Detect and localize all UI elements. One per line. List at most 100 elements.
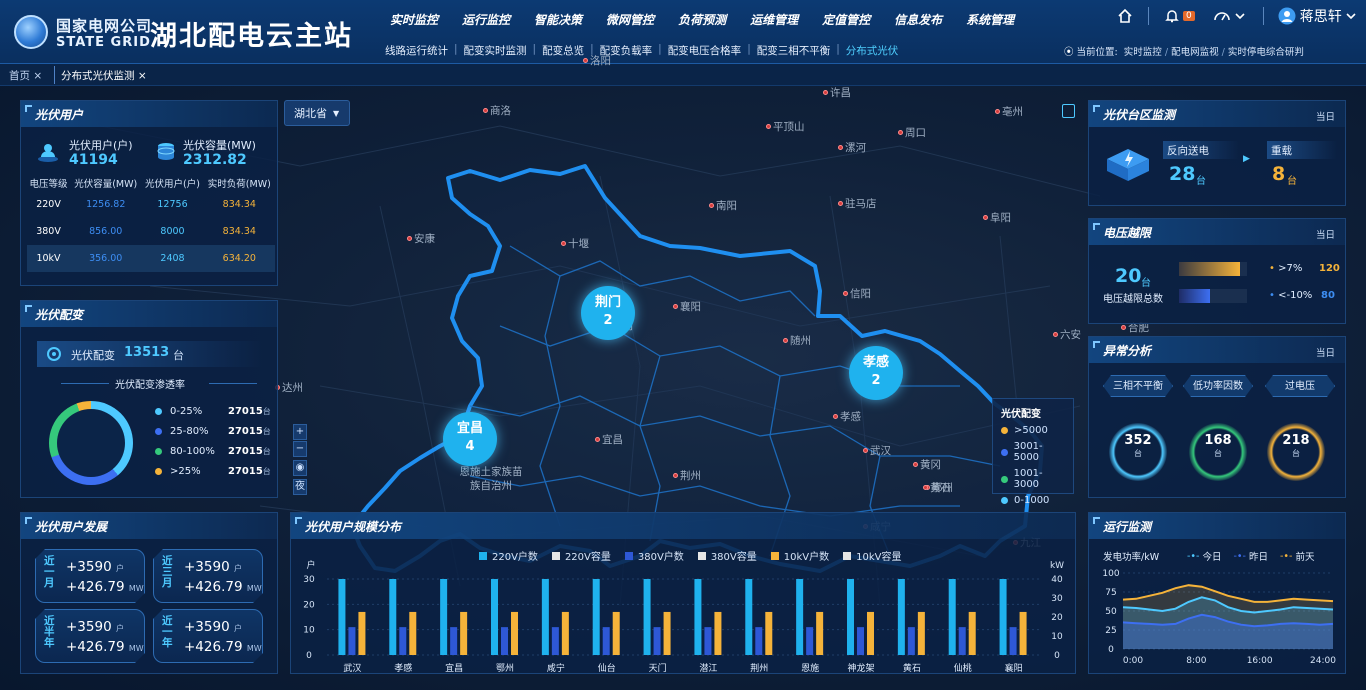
- city-marker: [838, 145, 843, 150]
- username[interactable]: 蒋思轩: [1300, 6, 1342, 26]
- bell-icon[interactable]: [1163, 7, 1181, 25]
- voltage-high-label: • >7%: [1269, 263, 1303, 274]
- penetration-legend-item: 25-80% 27015 台: [155, 421, 271, 441]
- eye-view-icon[interactable]: ◉: [293, 460, 307, 476]
- app-title: 湖北配电云主站: [150, 21, 353, 52]
- panel-title: 异常分析: [1089, 337, 1345, 363]
- user-avatar-icon[interactable]: [1278, 7, 1296, 25]
- penetration-legend: 0-25% 27015 台 25-80% 27015 台 80-100% 27015 台 >25%…: [155, 401, 271, 481]
- menu-item[interactable]: 系统管理: [954, 11, 1026, 28]
- chevron-down-icon[interactable]: [1231, 7, 1249, 25]
- submenu-item[interactable]: 配变总览: [537, 43, 589, 58]
- x-tick-label: 鄂州: [496, 663, 514, 674]
- anomaly-tab[interactable]: 三相不平衡: [1103, 375, 1173, 397]
- breadcrumb-item[interactable]: 实时监控: [1124, 47, 1162, 58]
- submenu-item[interactable]: 线路运行统计: [380, 43, 453, 58]
- voltage-total-label: 电压越限总数: [1103, 294, 1163, 305]
- chevron-down-icon[interactable]: [1342, 7, 1360, 25]
- anomaly-tab[interactable]: 过电压: [1265, 375, 1335, 397]
- reverse-power-label: 反向送电: [1167, 145, 1209, 157]
- development-card[interactable]: 近一月 +3590 户 +426.79 MW: [35, 549, 145, 603]
- divider: [61, 383, 109, 384]
- x-tick-label: 仙桃: [954, 662, 972, 674]
- submenu-item[interactable]: 配变电压合格率: [663, 43, 747, 58]
- menu-item[interactable]: 负荷预测: [666, 11, 738, 28]
- city-label: 孝感: [840, 411, 861, 423]
- pv-users-value: 41194: [69, 152, 118, 168]
- map-bubble-yichang[interactable]: 宜昌 4: [443, 412, 497, 466]
- map-bubble-jingmen[interactable]: 荆门 2: [581, 286, 635, 340]
- operation-legend-item: -•- 今日: [1187, 550, 1222, 564]
- city-marker: [483, 108, 488, 113]
- map-bubble-xiaogan[interactable]: 孝感 2: [849, 346, 903, 400]
- reverse-power-value: 28: [1169, 163, 1196, 185]
- province-select[interactable]: 湖北省 ▼: [284, 100, 350, 126]
- city-marker: [783, 338, 788, 343]
- menu-item[interactable]: 运行监控: [450, 11, 522, 28]
- bar: [714, 611, 722, 655]
- city-marker: [673, 473, 678, 478]
- home-icon[interactable]: [1116, 7, 1134, 25]
- anomaly-ring[interactable]: 168 台: [1189, 423, 1247, 481]
- bar: [643, 579, 651, 655]
- city-marker: [913, 462, 918, 467]
- menu-item[interactable]: 信息发布: [882, 11, 954, 28]
- legend-value: 27015: [228, 465, 263, 477]
- reverse-power-unit: 台: [1196, 176, 1206, 187]
- city-marker: [983, 215, 988, 220]
- submenu-item-active[interactable]: 分布式光伏: [841, 43, 904, 58]
- city-marker: [843, 291, 848, 296]
- theme-gauge-icon[interactable]: [1213, 7, 1231, 25]
- card-period: 近三月: [162, 555, 173, 589]
- bar: [348, 627, 356, 655]
- tab-current[interactable]: 分布式光伏监测 ×: [61, 68, 147, 83]
- menu-item[interactable]: 微网管控: [594, 11, 666, 28]
- city-marker: [923, 485, 928, 490]
- breadcrumb-item[interactable]: 配电网监视: [1171, 47, 1219, 58]
- zoom-out-button[interactable]: −: [293, 441, 307, 457]
- anomaly-ring[interactable]: 218 台: [1267, 423, 1325, 481]
- export-icon[interactable]: [1062, 104, 1075, 118]
- x-tick-label: 天门: [649, 662, 667, 674]
- y-tick: 0: [1108, 645, 1114, 655]
- development-card[interactable]: 近一年 +3590 户 +426.79 MW: [153, 609, 263, 663]
- arrow-right-icon: ▶: [1243, 154, 1250, 164]
- bar: [399, 627, 407, 655]
- breadcrumb-item[interactable]: 实时停电综合研判: [1228, 47, 1304, 58]
- card-capacity: +426.79 MW: [184, 639, 262, 655]
- menu-item[interactable]: 实时监控: [378, 11, 450, 28]
- city-label: 亳州: [1002, 106, 1023, 118]
- pv-capacity-label: 光伏容量(MW): [183, 139, 256, 152]
- menu-item[interactable]: 运维管理: [738, 11, 810, 28]
- breadcrumb: ⦿ 当前位置: 实时监控 / 配电网监视 / 实时停电综合研判: [1064, 47, 1304, 58]
- x-tick: 0:00: [1123, 656, 1143, 666]
- legend-swatch: -•-: [1279, 550, 1293, 562]
- submenu-item[interactable]: 配变实时监测: [459, 43, 532, 58]
- period-label: 当日: [1315, 348, 1335, 359]
- night-mode-button[interactable]: 夜: [293, 479, 307, 495]
- submenu-item[interactable]: 配变三相不平衡: [752, 43, 836, 58]
- bar: [857, 627, 864, 655]
- city-label: 黄石: [930, 482, 951, 494]
- anomaly-ring[interactable]: 352 台: [1109, 423, 1167, 481]
- development-card[interactable]: 近三月 +3590 户 +426.79 MW: [153, 549, 263, 603]
- legend-label: 0-25%: [170, 405, 203, 417]
- penetration-legend-item: 80-100% 27015 台: [155, 441, 271, 461]
- tab-home[interactable]: 首页 ×: [9, 68, 42, 83]
- bar: [968, 611, 976, 655]
- panel-title: 电压越限: [1089, 219, 1345, 245]
- bar: [755, 627, 763, 655]
- legend-dot-icon: [155, 467, 162, 475]
- y-tick-left: 20: [303, 600, 315, 610]
- menu-item[interactable]: 定值管控: [810, 11, 882, 28]
- card-period: 近一月: [44, 555, 55, 589]
- bar: [389, 579, 397, 655]
- top-header: 国家电网公司 STATE GRID 湖北配电云主站 实时监控 运行监控 智能决策…: [0, 0, 1366, 64]
- development-card[interactable]: 近半年 +3590 户 +426.79 MW: [35, 609, 145, 663]
- bar: [867, 611, 874, 655]
- legend-item: 0-1000: [1001, 495, 1065, 506]
- menu-item[interactable]: 智能决策: [522, 11, 594, 28]
- anomaly-tab[interactable]: 低功率因数: [1183, 375, 1253, 397]
- zoom-in-button[interactable]: +: [293, 424, 307, 440]
- database-icon: [155, 141, 177, 163]
